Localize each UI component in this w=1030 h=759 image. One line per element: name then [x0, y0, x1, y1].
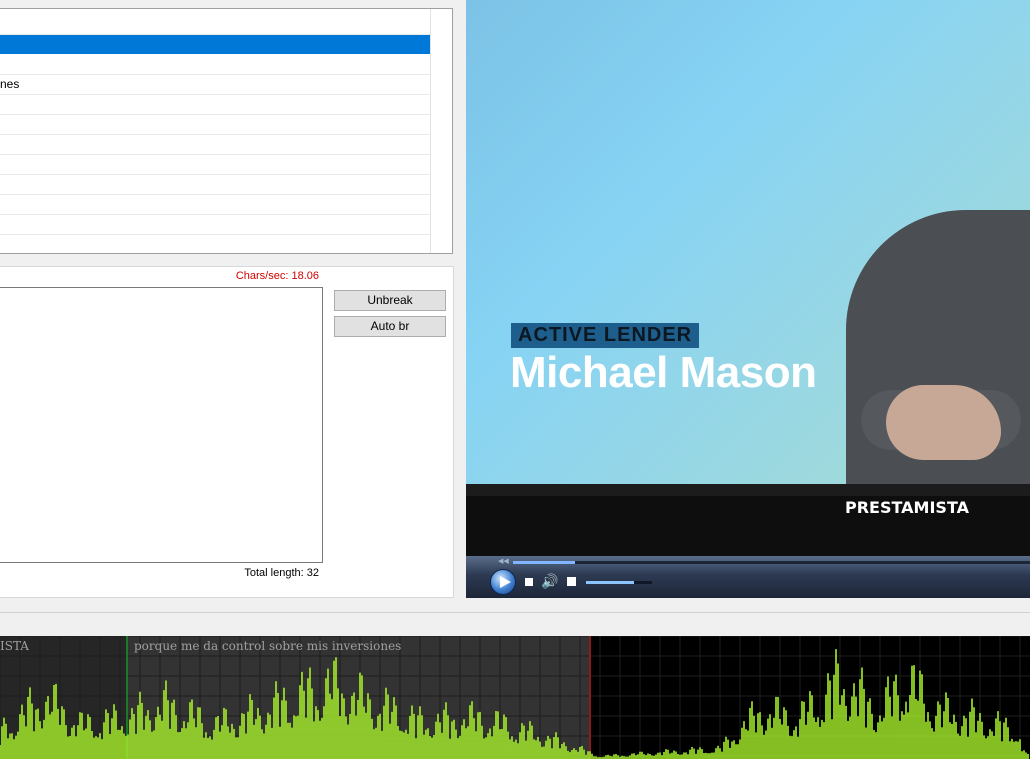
volume-icon[interactable]: 🔊: [541, 573, 558, 590]
grid-row[interactable]: [0, 175, 430, 195]
grid-row[interactable]: [0, 135, 430, 155]
grid-row[interactable]: [0, 35, 430, 54]
fullscreen-button[interactable]: [567, 577, 576, 586]
subtitle-list[interactable]: nes: [0, 8, 453, 254]
grid-row[interactable]: [0, 155, 430, 175]
chars-per-sec-label: Chars/sec: 18.06: [235, 270, 319, 282]
video-person-hands: [886, 385, 1001, 460]
grid-row[interactable]: [0, 195, 430, 215]
waveform-subtitle-label-prev: ISTA: [0, 639, 29, 653]
panel-separator: [0, 612, 1030, 613]
stop-button[interactable]: [525, 578, 533, 586]
subtitle-list-panel: nes: [0, 0, 458, 260]
lower-third-tag: ACTIVE LENDER: [511, 323, 700, 348]
seek-bar[interactable]: [513, 561, 1030, 564]
grid-row[interactable]: [0, 235, 430, 253]
volume-slider-level: [586, 581, 635, 584]
player-controls: ◀◀ 🔊: [466, 556, 1030, 598]
play-button[interactable]: [490, 569, 516, 595]
waveform-view[interactable]: ISTA porque me da control sobre mis inve…: [0, 636, 1030, 759]
grid-row[interactable]: [0, 15, 430, 35]
total-length-label: Total length: 32: [244, 567, 319, 579]
video-subtitle-bar: PRESTAMISTA: [466, 484, 1030, 556]
grid-row[interactable]: [0, 215, 430, 235]
waveform-subtitle-label-current: porque me da control sobre mis inversion…: [134, 639, 402, 653]
subtitle-text-input[interactable]: [0, 287, 323, 563]
video-frame[interactable]: ACTIVE LENDER Michael Mason: [466, 0, 1030, 484]
subtitle-edit-panel: Chars/sec: 18.06 Total length: 32 Unbrea…: [0, 266, 454, 598]
grid-column-divider: [430, 9, 431, 253]
auto-br-button[interactable]: Auto br: [334, 316, 446, 337]
lower-third-name: Michael Mason: [510, 348, 817, 397]
grid-row[interactable]: nes: [0, 75, 430, 95]
video-subtitle-strip: [466, 484, 1030, 496]
video-subtitle-text: PRESTAMISTA: [845, 498, 970, 517]
seek-bar-progress: [513, 561, 576, 564]
grid-row[interactable]: [0, 55, 430, 75]
rewind-icon[interactable]: ◀◀: [498, 557, 509, 565]
grid-row[interactable]: [0, 95, 430, 115]
unbreak-button[interactable]: Unbreak: [334, 290, 446, 311]
waveform-graphic: [0, 636, 1030, 759]
grid-row[interactable]: [0, 115, 430, 135]
